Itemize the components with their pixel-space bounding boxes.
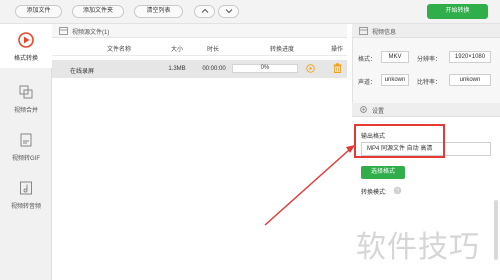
file-size: 1.3MB: [168, 66, 186, 72]
annotation-highlight-box: [354, 124, 445, 158]
help-icon[interactable]: ?: [393, 186, 402, 195]
column-header-actions: 操作: [330, 47, 343, 53]
audio-channel-value: unkown: [381, 74, 409, 86]
sidebar-item-label: 视频转音频: [10, 204, 41, 210]
sidebar: 格式转换 视频合并 视频转GIF 视频转音频: [0, 24, 52, 280]
column-header-duration: 时长: [206, 47, 219, 53]
file-duration: 00:00:00: [202, 66, 226, 72]
conversion-mode-label: 转换模式:: [361, 190, 387, 196]
file-list-icon: [59, 27, 68, 35]
chevron-down-icon: [225, 9, 232, 14]
video-info-header: 视频信息: [352, 24, 500, 38]
format-label: 格式：: [358, 57, 377, 63]
table-row[interactable]: 在线录屏 1.3MB 00:00:00: [52, 60, 347, 78]
bitrate-value: unkown: [449, 74, 491, 86]
clear-list-button[interactable]: 清空列表: [134, 5, 183, 18]
sidebar-item-video-to-gif[interactable]: 视频转GIF: [0, 132, 52, 162]
chevron-up-icon: [201, 8, 208, 13]
video-info-title: 视频信息: [372, 30, 397, 36]
file-table-header: 文件名称 大小 时长 转换进度 操作: [52, 38, 347, 56]
file-list-header: 视频源文件(1): [52, 24, 347, 38]
file-list-body: [52, 78, 347, 280]
video-merge-icon: [19, 85, 33, 99]
info-icon: [359, 27, 368, 35]
column-header-progress: 转换进度: [269, 47, 294, 53]
move-up-button[interactable]: [194, 5, 215, 18]
column-header-size: 大小: [170, 47, 183, 53]
settings-scrollbar[interactable]: [494, 200, 498, 260]
video-to-gif-icon: [20, 133, 32, 147]
choose-format-button[interactable]: 选择格式: [361, 166, 405, 179]
add-folder-button[interactable]: 添加文件夹: [72, 5, 124, 18]
format-value: MKV: [381, 51, 409, 63]
sidebar-item-label: 视频转GIF: [12, 156, 40, 162]
sidebar-item-format-convert[interactable]: 格式转换: [0, 24, 52, 68]
file-list-title: 视频源文件(1): [72, 30, 110, 36]
resolution-value: 1920×1080: [449, 51, 491, 63]
video-to-audio-icon: [20, 181, 32, 195]
format-convert-icon: [18, 32, 34, 48]
watermark-text: 软件技巧: [356, 230, 480, 265]
play-icon[interactable]: [306, 64, 315, 73]
sidebar-item-video-to-audio[interactable]: 视频转音频: [0, 180, 52, 210]
svg-text:?: ?: [396, 188, 399, 194]
sidebar-item-video-merge[interactable]: 视频合并: [0, 84, 52, 114]
resolution-label: 分辨率：: [417, 57, 442, 63]
gear-icon: [360, 106, 367, 113]
settings-header: 设置: [352, 103, 500, 117]
settings-title: 设置: [372, 109, 385, 115]
top-toolbar: 添加文件 添加文件夹 清空列表 开始转换: [0, 0, 500, 24]
add-file-button[interactable]: 添加文件: [15, 5, 62, 18]
start-convert-button[interactable]: 开始转换: [427, 4, 488, 19]
sidebar-item-label: 格式转换: [13, 56, 38, 62]
delete-icon[interactable]: [333, 63, 342, 73]
sidebar-item-label: 视频合并: [13, 108, 38, 114]
move-down-button[interactable]: [218, 5, 239, 18]
column-header-name: 文件名称: [106, 47, 131, 53]
bitrate-label: 比特率：: [417, 80, 442, 86]
file-name: 在线录屏: [69, 69, 94, 75]
audio-channel-label: 声道：: [358, 80, 377, 86]
conversion-progress-bar: 0%: [232, 64, 298, 73]
